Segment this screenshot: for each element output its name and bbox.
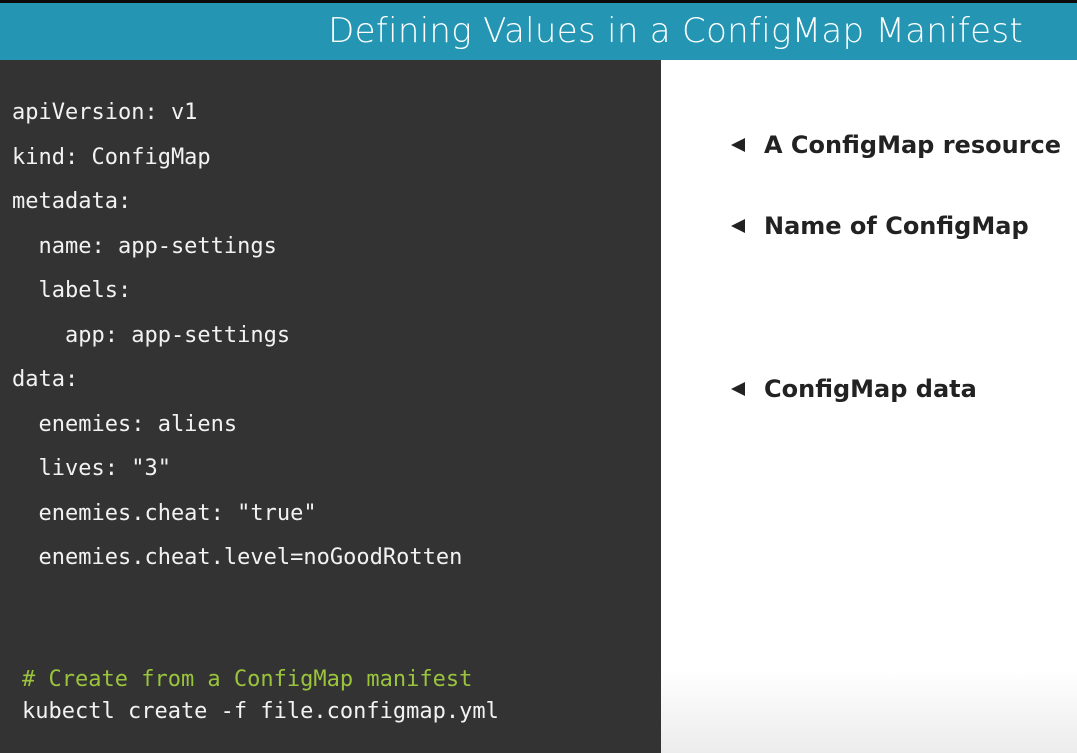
code-line-kind: kind: ConfigMap xyxy=(12,145,211,170)
code-command: kubectl create -f file.configmap.yml xyxy=(22,699,499,724)
code-line-name: name: app-settings xyxy=(12,234,277,259)
code-panel: apiVersion: v1 kind: ConfigMap metadata:… xyxy=(0,60,661,753)
slide-title: Defining Values in a ConfigMap Manifest xyxy=(328,11,1023,51)
annotation-configmap-resource: A ConfigMap resource xyxy=(731,130,1061,160)
annotation-text: A ConfigMap resource xyxy=(764,131,1062,159)
code-line-labels: labels: xyxy=(12,278,132,303)
code-line-api-version: apiVersion: v1 xyxy=(12,100,198,125)
annotation-configmap-name: Name of ConfigMap xyxy=(731,211,1029,241)
header-bar: Defining Values in a ConfigMap Manifest xyxy=(0,3,1077,60)
annotation-text: ConfigMap data xyxy=(764,375,977,403)
code-line-data: data: xyxy=(12,367,79,392)
code-line-enemies-cheat: enemies.cheat: "true" xyxy=(12,501,317,526)
code-line-app-label: app: app-settings xyxy=(12,323,291,348)
left-triangle-icon xyxy=(731,138,745,152)
annotation-text: Name of ConfigMap xyxy=(764,212,1029,240)
code-line-lives: lives: "3" xyxy=(12,456,171,481)
left-triangle-icon xyxy=(731,382,745,396)
left-triangle-icon xyxy=(731,219,745,233)
slide: Defining Values in a ConfigMap Manifest … xyxy=(0,0,1077,753)
code-line-enemies: enemies: aliens xyxy=(12,412,238,437)
code-line-enemies-cheat-level: enemies.cheat.level=noGoodRotten xyxy=(12,545,463,570)
annotation-configmap-data: ConfigMap data xyxy=(731,374,977,404)
code-comment: # Create from a ConfigMap manifest xyxy=(22,667,473,692)
code-line-metadata: metadata: xyxy=(12,189,132,214)
annotations-panel: A ConfigMap resource Name of ConfigMap C… xyxy=(661,60,1077,753)
